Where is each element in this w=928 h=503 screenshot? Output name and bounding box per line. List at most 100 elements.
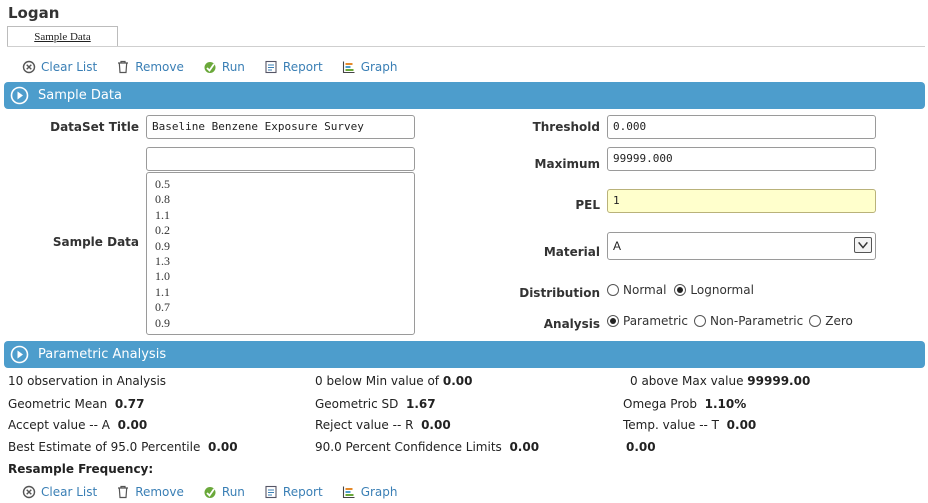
- report-label: Report: [282, 485, 323, 499]
- omega-stat: Omega Prob 1.10%: [623, 397, 746, 411]
- remove-button[interactable]: Remove: [116, 60, 184, 74]
- bottom-toolbar: Clear List Remove Run Report Graph: [22, 483, 417, 501]
- distribution-label: Distribution: [519, 286, 600, 300]
- graph-icon: [342, 486, 355, 499]
- normal-label: Normal: [623, 283, 667, 297]
- circle-x-icon: [22, 60, 36, 74]
- pel-label: PEL: [575, 198, 600, 212]
- parametric-analysis-section-header[interactable]: Parametric Analysis: [4, 341, 925, 368]
- geo-sd-label: Geometric SD: [315, 397, 399, 411]
- graph-label: Graph: [360, 485, 398, 499]
- list-item[interactable]: 0.8: [155, 192, 414, 207]
- geo-sd-stat: Geometric SD 1.67: [315, 397, 436, 411]
- top-toolbar: Clear List Remove Run Report Graph: [22, 58, 417, 76]
- trash-icon: [118, 60, 129, 74]
- clear-list-label: Clear List: [41, 485, 98, 499]
- tab-sample-data[interactable]: Sample Data: [7, 26, 118, 47]
- confidence-label: 90.0 Percent Confidence Limits: [315, 440, 502, 454]
- best-estimate-label: Best Estimate of 95.0 Percentile: [8, 440, 201, 454]
- geo-mean-label: Geometric Mean: [8, 397, 108, 411]
- observations-text: 10 observation in Analysis: [8, 374, 167, 388]
- sample-data-label: Sample Data: [52, 235, 139, 249]
- radio-normal[interactable]: [607, 284, 619, 296]
- threshold-label: Threshold: [532, 120, 600, 134]
- radio-zero[interactable]: [809, 315, 822, 327]
- maximum-input[interactable]: 99999.000: [607, 147, 876, 171]
- graph-button[interactable]: Graph: [342, 60, 398, 74]
- list-item[interactable]: 0.2: [155, 223, 414, 238]
- radio-parametric[interactable]: [607, 315, 619, 327]
- run-button[interactable]: Run: [203, 485, 245, 499]
- tab-divider: [7, 46, 925, 47]
- list-item[interactable]: 0.7: [155, 300, 414, 315]
- reject-value: 0.00: [421, 418, 451, 432]
- threshold-input[interactable]: 0.000: [607, 115, 876, 139]
- reject-label: Reject value -- R: [315, 418, 414, 432]
- list-item[interactable]: 1.1: [155, 208, 414, 223]
- accept-value: 0.00: [117, 418, 148, 432]
- above-max-value: 99999.00: [747, 374, 811, 388]
- run-label: Run: [221, 485, 245, 499]
- play-circle-icon: [10, 345, 29, 364]
- circle-x-icon: [22, 485, 36, 499]
- best-estimate-stat: Best Estimate of 95.0 Percentile 0.00: [8, 440, 238, 454]
- list-item[interactable]: 0.9: [155, 239, 414, 254]
- remove-button[interactable]: Remove: [116, 485, 184, 499]
- material-selected-value: A: [613, 239, 622, 253]
- sample-data-section-header[interactable]: Sample Data: [4, 82, 925, 109]
- trash-icon: [118, 485, 129, 499]
- accept-stat: Accept value -- A 0.00: [8, 418, 147, 432]
- list-item[interactable]: 1.3: [155, 254, 414, 269]
- graph-button[interactable]: Graph: [342, 485, 398, 499]
- list-item[interactable]: 0.9: [155, 316, 414, 331]
- reject-stat: Reject value -- R 0.00: [315, 418, 451, 432]
- section-title: Parametric Analysis: [38, 347, 167, 362]
- maximum-label: Maximum: [534, 157, 600, 171]
- temp-value: 0.00: [726, 418, 757, 432]
- temp-label: Temp. value -- T: [623, 418, 720, 432]
- dataset-title-input[interactable]: Baseline Benzene Exposure Survey: [146, 115, 415, 139]
- app-title: Logan: [8, 4, 60, 22]
- distribution-radio-group: Normal Lognormal: [607, 283, 756, 297]
- omega-label: Omega Prob: [623, 397, 697, 411]
- radio-lognormal[interactable]: [674, 284, 687, 296]
- clear-list-label: Clear List: [41, 60, 98, 74]
- radio-non-parametric[interactable]: [693, 315, 706, 327]
- report-button[interactable]: Report: [264, 60, 323, 74]
- material-label: Material: [543, 245, 600, 259]
- temp-stat: Temp. value -- T 0.00: [623, 418, 756, 432]
- distribution-option-lognormal[interactable]: Lognormal: [674, 283, 754, 297]
- run-button[interactable]: Run: [203, 60, 245, 74]
- clear-list-button[interactable]: Clear List: [22, 485, 97, 499]
- list-item[interactable]: 0.5: [155, 177, 414, 192]
- remove-label: Remove: [135, 60, 184, 74]
- below-min-stat: 0 below Min value of 0.00: [315, 374, 472, 388]
- confidence-upper-stat: 0.00: [626, 440, 656, 454]
- analysis-option-parametric[interactable]: Parametric: [607, 314, 688, 328]
- geo-mean-stat: Geometric Mean 0.77: [8, 397, 144, 411]
- analysis-option-non-parametric[interactable]: Non-Parametric: [693, 314, 804, 328]
- distribution-option-normal[interactable]: Normal: [607, 283, 666, 297]
- list-item[interactable]: 1.1: [155, 285, 414, 300]
- pel-input[interactable]: 1: [607, 189, 876, 213]
- report-label: Report: [282, 60, 323, 74]
- report-button[interactable]: Report: [264, 485, 323, 499]
- zero-label: Zero: [825, 314, 853, 328]
- material-select[interactable]: A: [607, 232, 876, 260]
- sample-entry-input[interactable]: [146, 147, 415, 171]
- above-max-text: 0 above Max value: [630, 374, 744, 388]
- remove-label: Remove: [135, 485, 184, 499]
- graph-label: Graph: [360, 60, 398, 74]
- parametric-label: Parametric: [623, 314, 688, 328]
- list-item[interactable]: 1.0: [155, 269, 414, 284]
- sample-data-list[interactable]: 0.5 0.8 1.1 0.2 0.9 1.3 1.0 1.1 0.7 0.9: [146, 172, 415, 335]
- non-parametric-label: Non-Parametric: [709, 314, 804, 328]
- confidence-value: 0.00: [509, 440, 540, 454]
- report-icon: [265, 485, 277, 499]
- analysis-option-zero[interactable]: Zero: [809, 314, 853, 328]
- below-min-value: 0.00: [442, 374, 473, 388]
- clear-list-button[interactable]: Clear List: [22, 60, 97, 74]
- chevron-down-icon[interactable]: [854, 237, 872, 253]
- section-title: Sample Data: [38, 88, 122, 103]
- graph-icon: [342, 61, 355, 74]
